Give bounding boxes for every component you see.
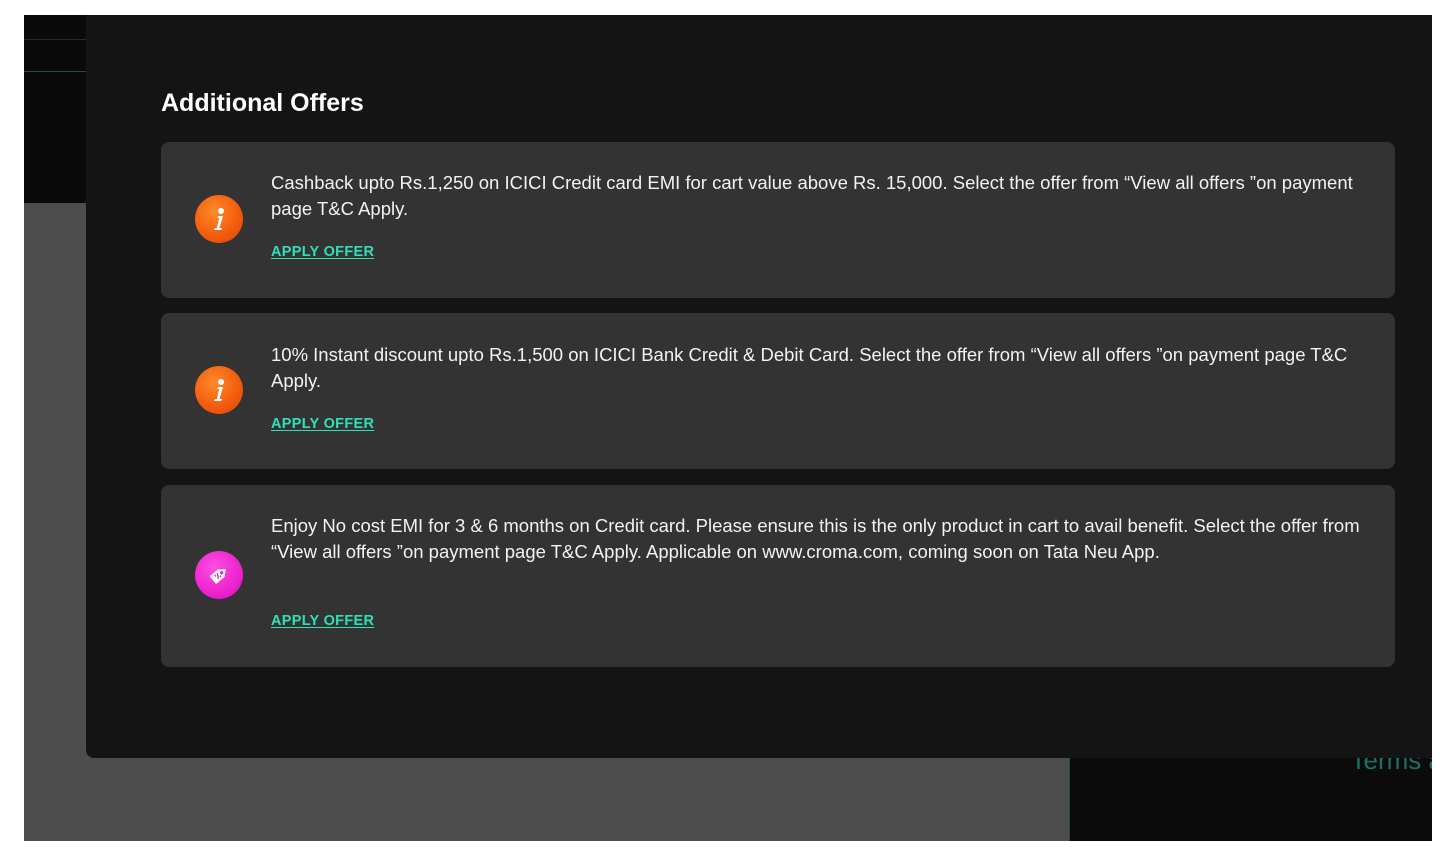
- additional-offers-modal: Additional Offers Cashback upto Rs.1,250…: [86, 15, 1432, 758]
- info-icon: [195, 195, 243, 243]
- offer-card: Cashback upto Rs.1,250 on ICICI Credit c…: [161, 142, 1395, 298]
- apply-offer-link[interactable]: APPLY OFFER: [271, 613, 374, 629]
- offer-description: 10% Instant discount upto Rs.1,500 on IC…: [271, 344, 1348, 391]
- divider: [24, 71, 86, 72]
- info-icon: [195, 366, 243, 414]
- offer-card: 10% Instant discount upto Rs.1,500 on IC…: [161, 313, 1395, 469]
- divider: [24, 39, 86, 40]
- offer-description: Cashback upto Rs.1,250 on ICICI Credit c…: [271, 172, 1353, 219]
- offer-card: Enjoy No cost EMI for 3 & 6 months on Cr…: [161, 485, 1395, 667]
- apply-offer-link[interactable]: APPLY OFFER: [271, 416, 374, 432]
- modal-title: Additional Offers: [161, 89, 364, 117]
- offer-description: Enjoy No cost EMI for 3 & 6 months on Cr…: [271, 515, 1360, 562]
- tag-icon: [195, 551, 243, 599]
- background-panel: Terms a: [1069, 747, 1432, 841]
- page-frame: Terms a Additional Offers Cashback upto …: [24, 15, 1432, 841]
- apply-offer-link[interactable]: APPLY OFFER: [271, 244, 374, 260]
